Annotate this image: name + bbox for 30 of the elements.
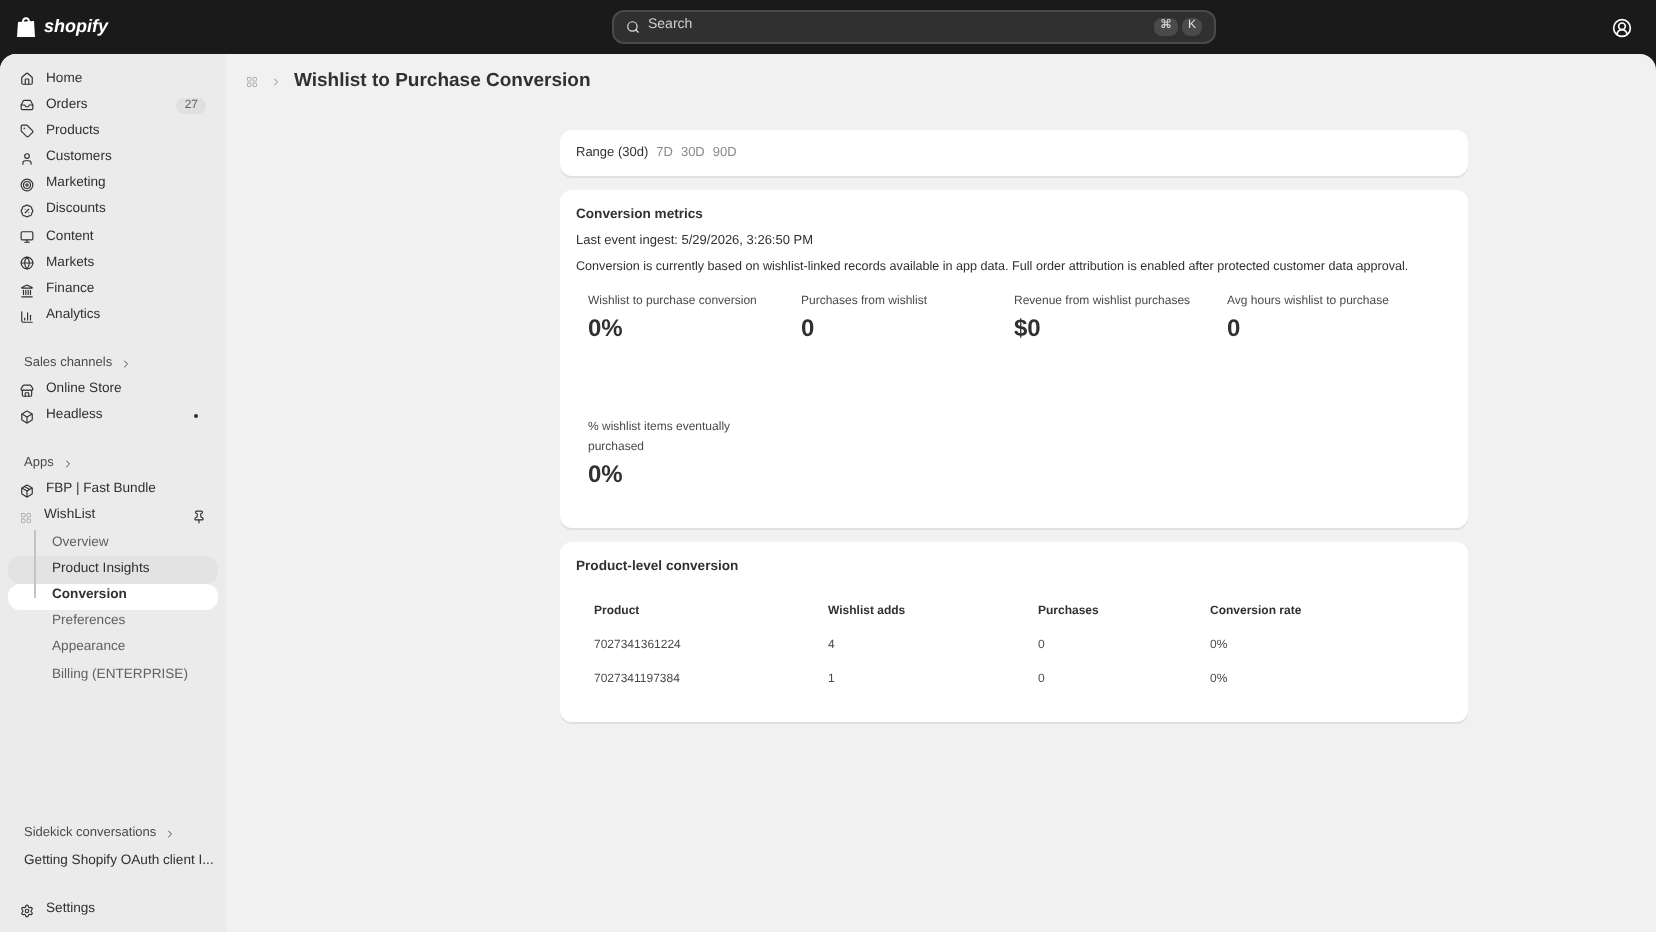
metric-value: 0% bbox=[588, 460, 625, 488]
home-icon bbox=[20, 72, 34, 87]
monitor-icon bbox=[20, 230, 34, 245]
app-grid-icon bbox=[20, 511, 32, 524]
pin-icon[interactable] bbox=[192, 510, 206, 525]
metric-value: 0 bbox=[801, 314, 817, 342]
person-icon bbox=[20, 151, 34, 166]
chevron-right-icon bbox=[120, 357, 133, 370]
page-title: Wishlist to Purchase Conversion bbox=[294, 67, 591, 96]
inbox-icon bbox=[20, 98, 34, 113]
shopping-bag-logo-icon bbox=[16, 16, 36, 38]
bar-chart-icon bbox=[20, 309, 34, 324]
package-icon bbox=[20, 483, 34, 498]
avatar-icon[interactable] bbox=[1612, 17, 1632, 37]
target-icon bbox=[20, 177, 34, 192]
metric-value: 0% bbox=[588, 314, 625, 342]
bank-icon bbox=[20, 283, 34, 298]
tag-icon bbox=[20, 124, 34, 139]
percent-badge-icon bbox=[20, 204, 34, 219]
metric-value: $0 bbox=[1014, 314, 1043, 342]
store-icon bbox=[20, 383, 34, 398]
chevron-right-icon bbox=[61, 457, 74, 470]
box-icon bbox=[20, 409, 34, 424]
chevron-right-icon bbox=[270, 76, 282, 88]
globe-icon bbox=[20, 256, 34, 271]
search-icon bbox=[626, 20, 640, 34]
logo-text: shopify bbox=[44, 13, 109, 40]
chevron-right-icon bbox=[164, 828, 177, 841]
metric-value: 0 bbox=[1227, 314, 1243, 342]
settings-icon bbox=[20, 903, 34, 917]
